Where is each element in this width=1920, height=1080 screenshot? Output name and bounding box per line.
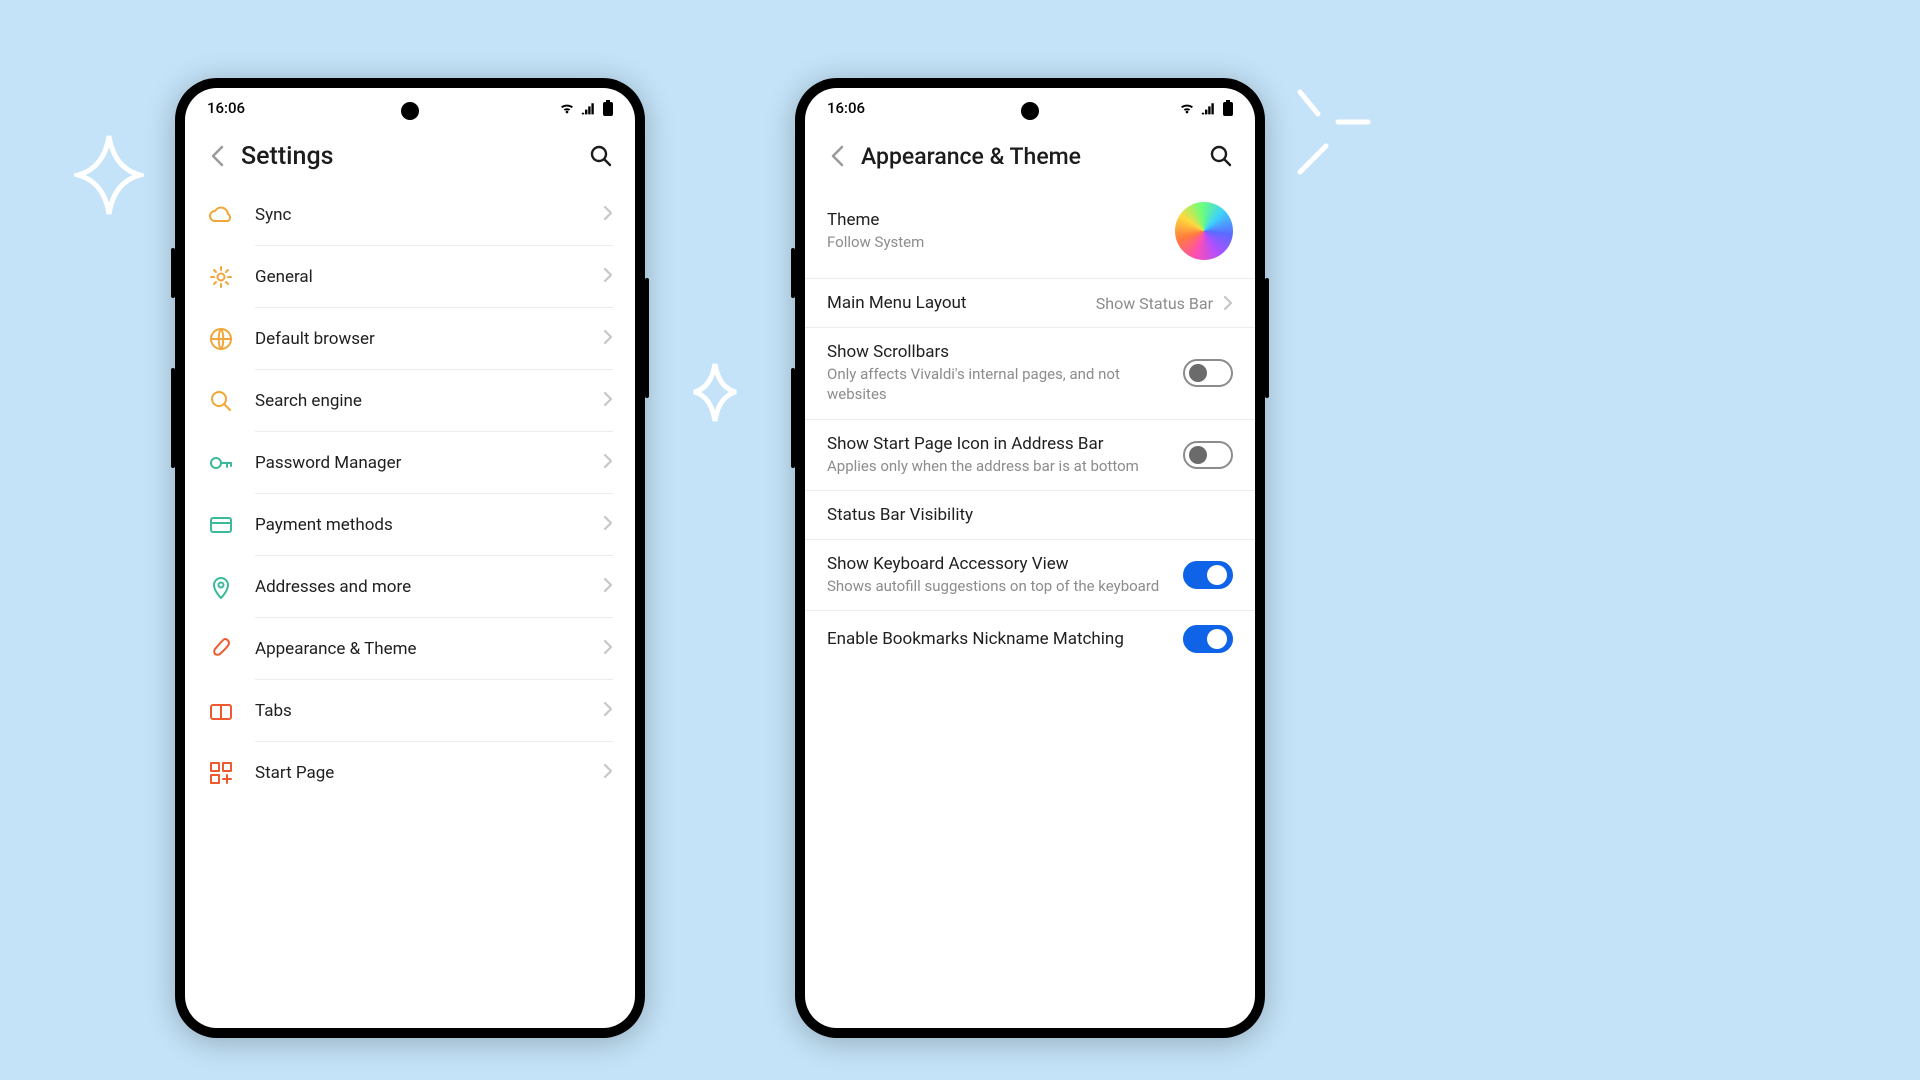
settings-item-tabs[interactable]: Tabs <box>185 680 635 742</box>
phone-settings: 16:06 Settings Sync General Default browse… <box>175 78 645 1038</box>
row-show-scrollbars[interactable]: Show Scrollbars Only affects Vivaldi's i… <box>805 328 1255 420</box>
cloud-icon <box>207 201 235 229</box>
front-camera <box>1021 102 1039 120</box>
chevron-right-icon <box>603 577 613 597</box>
chevron-right-icon <box>603 515 613 535</box>
grid-icon <box>207 759 235 787</box>
chevron-right-icon <box>603 329 613 349</box>
startpage-icon-sub: Applies only when the address bar is at … <box>827 456 1167 476</box>
bookmarks-nick-toggle[interactable] <box>1183 625 1233 653</box>
signal-icon <box>1201 101 1217 115</box>
settings-item-general[interactable]: General <box>185 246 635 308</box>
bookmarks-nick-label: Enable Bookmarks Nickname Matching <box>827 629 1167 649</box>
chevron-left-icon <box>210 145 224 167</box>
keyboard-acc-toggle[interactable] <box>1183 561 1233 589</box>
settings-item-label: General <box>235 267 603 287</box>
page-title: Appearance & Theme <box>855 143 1201 170</box>
wifi-icon <box>559 101 575 115</box>
settings-item-addresses[interactable]: Addresses and more <box>185 556 635 618</box>
search-icon <box>589 144 613 168</box>
pin-icon <box>207 573 235 601</box>
search-button[interactable] <box>1201 136 1241 176</box>
tabs-icon <box>207 697 235 725</box>
page-title: Settings <box>235 142 581 171</box>
startpage-icon-label: Show Start Page Icon in Address Bar <box>827 434 1167 454</box>
settings-item-label: Search engine <box>235 391 603 411</box>
chevron-right-icon <box>603 267 613 287</box>
chevron-right-icon <box>603 639 613 659</box>
theme-value: Follow System <box>827 232 1159 252</box>
row-keyboard-accessory[interactable]: Show Keyboard Accessory View Shows autof… <box>805 540 1255 611</box>
wifi-icon <box>1179 101 1195 115</box>
gear-icon <box>207 263 235 291</box>
scrollbars-label: Show Scrollbars <box>827 342 1167 362</box>
signal-icon <box>581 101 597 115</box>
layout-label: Main Menu Layout <box>827 293 1080 313</box>
startpage-icon-toggle[interactable] <box>1183 441 1233 469</box>
globe-icon <box>207 325 235 353</box>
keyboard-acc-label: Show Keyboard Accessory View <box>827 554 1167 574</box>
row-bookmarks-nickname[interactable]: Enable Bookmarks Nickname Matching <box>805 611 1255 667</box>
chevron-right-icon <box>603 763 613 783</box>
settings-item-label: Default browser <box>235 329 603 349</box>
search-icon <box>207 387 235 415</box>
row-start-page-icon[interactable]: Show Start Page Icon in Address Bar Appl… <box>805 420 1255 491</box>
settings-item-label: Password Manager <box>235 453 603 473</box>
settings-item-label: Sync <box>235 205 603 225</box>
status-time: 16:06 <box>827 99 865 117</box>
settings-item-label: Appearance & Theme <box>235 639 603 659</box>
keyboard-acc-sub: Shows autofill suggestions on top of the… <box>827 576 1167 596</box>
key-icon <box>207 449 235 477</box>
scrollbars-sub: Only affects Vivaldi's internal pages, a… <box>827 364 1167 405</box>
row-main-menu-layout[interactable]: Main Menu Layout Show Status Bar <box>805 279 1255 328</box>
back-button[interactable] <box>819 138 855 174</box>
settings-item-browser[interactable]: Default browser <box>185 308 635 370</box>
settings-item-sync[interactable]: Sync <box>185 184 635 246</box>
card-icon <box>207 511 235 539</box>
statusbar-vis-label: Status Bar Visibility <box>827 505 1217 525</box>
back-button[interactable] <box>199 138 235 174</box>
settings-item-payment[interactable]: Payment methods <box>185 494 635 556</box>
settings-item-startpage[interactable]: Start Page <box>185 742 635 804</box>
settings-item-search[interactable]: Search engine <box>185 370 635 432</box>
brush-icon <box>207 635 235 663</box>
row-status-bar-visibility[interactable]: Status Bar Visibility <box>805 491 1255 540</box>
search-button[interactable] <box>581 136 621 176</box>
search-icon <box>1209 144 1233 168</box>
battery-icon <box>1223 100 1233 116</box>
front-camera <box>401 102 419 120</box>
status-time: 16:06 <box>207 99 245 117</box>
settings-item-passwords[interactable]: Password Manager <box>185 432 635 494</box>
battery-icon <box>603 100 613 116</box>
phone-appearance: 16:06 Appearance & Theme <box>795 78 1265 1038</box>
chevron-right-icon <box>603 453 613 473</box>
settings-item-label: Addresses and more <box>235 577 603 597</box>
chevron-left-icon <box>830 145 844 167</box>
chevron-right-icon <box>603 391 613 411</box>
row-theme[interactable]: Theme Follow System <box>805 184 1255 279</box>
chevron-right-icon <box>1223 295 1233 311</box>
layout-value: Show Status Bar <box>1096 294 1213 313</box>
chevron-right-icon <box>603 701 613 721</box>
scrollbars-toggle[interactable] <box>1183 359 1233 387</box>
theme-label: Theme <box>827 210 1159 230</box>
settings-item-label: Payment methods <box>235 515 603 535</box>
settings-item-label: Tabs <box>235 701 603 721</box>
settings-item-label: Start Page <box>235 763 603 783</box>
color-wheel-icon <box>1175 202 1233 260</box>
settings-item-appearance[interactable]: Appearance & Theme <box>185 618 635 680</box>
chevron-right-icon <box>603 205 613 225</box>
